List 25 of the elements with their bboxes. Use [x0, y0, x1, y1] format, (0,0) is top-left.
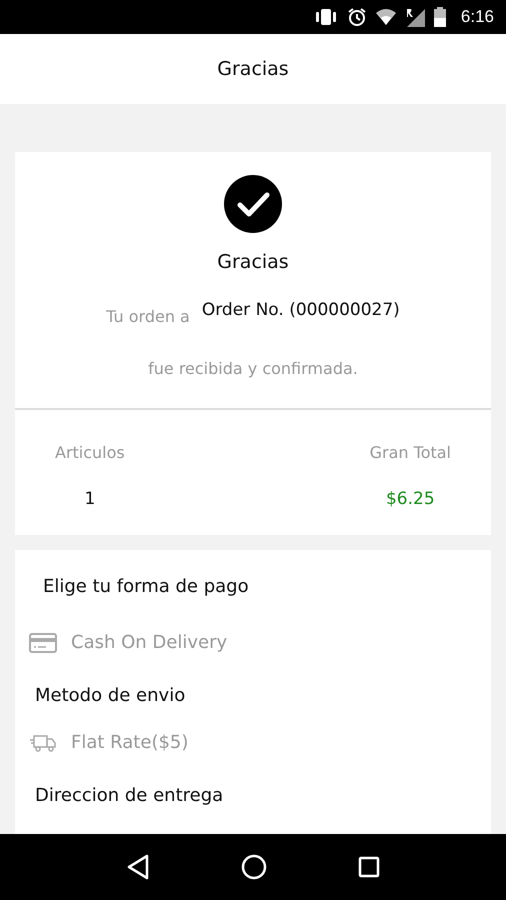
home-icon[interactable]	[240, 854, 267, 880]
section-heading: Metodo de envio	[35, 685, 186, 706]
section-value: Flat Rate($5)	[71, 732, 188, 753]
clock-time: 6:16	[460, 7, 494, 27]
battery-icon	[432, 7, 447, 27]
screen-title: Gracias	[217, 58, 289, 80]
alarm-icon	[346, 7, 367, 27]
signal-icon	[404, 7, 425, 27]
total-label: Gran Total	[370, 443, 451, 462]
back-icon[interactable]	[126, 854, 150, 880]
items-count: 1	[84, 489, 96, 509]
credit-card-icon	[29, 632, 57, 652]
section-heading: Elige tu forma de pago	[42, 576, 250, 597]
thanks-title: Gracias	[217, 251, 289, 273]
order-number: Order No. (000000027)	[202, 300, 400, 320]
total-amount: $6.25	[386, 489, 435, 509]
confirmation-message: fue recibida y confirmada.	[148, 359, 358, 378]
order-prefix: Tu orden a	[106, 307, 190, 326]
section-heading: Direccion de entrega	[35, 785, 224, 806]
wifi-icon	[374, 8, 397, 26]
recents-icon[interactable]	[358, 856, 380, 878]
truck-icon	[29, 732, 57, 752]
section-value: Cash On Delivery	[71, 632, 228, 653]
check-icon	[224, 175, 282, 233]
items-label: Articulos	[55, 443, 125, 462]
